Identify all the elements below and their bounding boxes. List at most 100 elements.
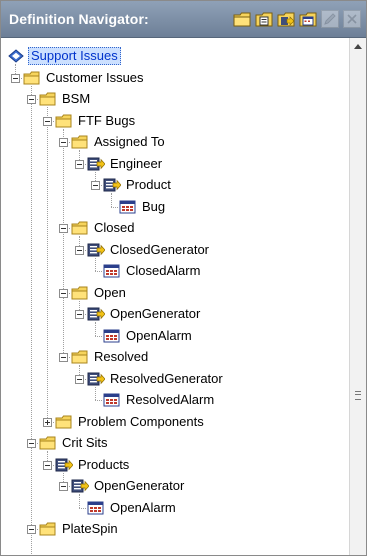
delete-button[interactable] xyxy=(342,9,362,29)
tree-node[interactable]: PlateSpin xyxy=(39,519,120,539)
scroll-grip-icon[interactable] xyxy=(355,391,361,400)
tree-node[interactable]: ResolvedGenerator xyxy=(87,369,225,389)
tree-connector-line xyxy=(111,206,118,208)
generator-icon xyxy=(87,156,106,172)
tree-node-label: Crit Sits xyxy=(62,435,108,450)
folder-icon xyxy=(71,349,89,365)
tree-node[interactable]: Problem Components xyxy=(55,412,206,432)
tree-node[interactable]: Assigned To xyxy=(71,132,167,152)
folder-icon xyxy=(71,134,89,150)
generator-icon xyxy=(87,242,106,258)
tree-node-label: Closed xyxy=(94,220,135,235)
tree-node[interactable]: OpenGenerator xyxy=(87,304,202,324)
tree-connector-line xyxy=(111,193,112,207)
tree-node-label: Engineer xyxy=(110,155,163,171)
folder-icon xyxy=(39,435,57,451)
root-icon xyxy=(7,48,25,64)
tree-node-label: ClosedGenerator xyxy=(110,241,209,257)
collapse-node-icon[interactable] xyxy=(59,353,68,362)
new-generator-button[interactable] xyxy=(276,9,296,29)
tree-node[interactable]: ClosedGenerator xyxy=(87,240,211,260)
tree-node-label: ResolvedGenerator xyxy=(110,370,223,386)
tree-node[interactable]: Closed xyxy=(71,218,136,238)
collapse-node-icon[interactable] xyxy=(59,482,68,491)
new-folder-icon xyxy=(233,12,251,27)
navigator-title: Definition Navigator: xyxy=(9,11,149,27)
expand-node-icon[interactable] xyxy=(43,417,52,427)
tree-node-label: Open xyxy=(94,284,126,300)
edit-icon xyxy=(321,10,339,28)
tree-node[interactable]: Resolved xyxy=(71,347,150,367)
collapse-node-icon[interactable] xyxy=(43,116,52,126)
delete-icon xyxy=(343,10,361,28)
tree-node-label: PlateSpin xyxy=(62,521,118,536)
scroll-up-button[interactable] xyxy=(350,38,366,55)
new-alarm-icon xyxy=(299,12,317,27)
collapse-node-icon[interactable] xyxy=(91,181,100,190)
tree-node-label: ResolvedAlarm xyxy=(126,392,215,407)
collapse-node-icon[interactable] xyxy=(75,374,84,384)
tree-node-label: Product xyxy=(126,177,171,192)
folder-icon xyxy=(71,285,89,301)
tree-node-label: Problem Components xyxy=(78,413,204,429)
tree-node[interactable]: Product xyxy=(103,175,173,195)
generator-icon xyxy=(87,306,106,322)
edit-button[interactable] xyxy=(320,9,340,29)
generator-icon xyxy=(71,478,90,494)
alarm-icon xyxy=(103,392,121,408)
tree-connector-line xyxy=(95,400,102,401)
tree-node[interactable]: Products xyxy=(55,455,131,475)
tree-connector-line xyxy=(79,507,86,509)
folder-icon xyxy=(55,414,73,430)
tree-node-label: OpenGenerator xyxy=(94,478,185,493)
tree-node[interactable]: Open xyxy=(71,283,128,303)
new-view-button[interactable] xyxy=(254,9,274,29)
tree-node[interactable]: Customer Issues xyxy=(23,68,146,88)
navigator-header: Definition Navigator: xyxy=(1,1,366,38)
generator-icon xyxy=(55,457,74,473)
collapse-node-icon[interactable] xyxy=(59,224,68,233)
tree-node[interactable]: Support Issues xyxy=(7,46,121,66)
new-folder-button[interactable] xyxy=(232,9,252,29)
tree-node[interactable]: Bug xyxy=(119,197,167,217)
tree-connector-line xyxy=(79,494,80,508)
tree-connector-line xyxy=(95,322,96,336)
collapse-node-icon[interactable] xyxy=(11,73,20,83)
collapse-node-icon[interactable] xyxy=(27,525,36,534)
tree-node[interactable]: Crit Sits xyxy=(39,433,110,453)
collapse-node-icon[interactable] xyxy=(75,245,84,255)
tree-node-label: ClosedAlarm xyxy=(126,263,201,278)
collapse-node-icon[interactable] xyxy=(43,460,52,470)
folder-icon xyxy=(39,521,57,537)
definition-tree[interactable]: Support Issues Customer Issues BSM FTF Bugs… xyxy=(1,38,349,555)
collapse-node-icon[interactable] xyxy=(59,138,68,147)
tree-node[interactable]: ResolvedAlarm xyxy=(103,390,216,410)
alarm-icon xyxy=(103,263,121,279)
tree-connector-line xyxy=(95,335,102,337)
collapse-node-icon[interactable] xyxy=(59,288,68,298)
tree-node[interactable]: BSM xyxy=(39,89,92,109)
collapse-node-icon[interactable] xyxy=(75,310,84,319)
tree-node-label: Customer Issues xyxy=(46,69,144,85)
vertical-scrollbar[interactable] xyxy=(349,38,366,555)
tree-node-label: FTF Bugs xyxy=(78,112,136,128)
tree-node[interactable]: OpenAlarm xyxy=(87,498,178,518)
tree-node[interactable]: Engineer xyxy=(87,154,164,174)
collapse-node-icon[interactable] xyxy=(75,159,84,169)
tree-node-label: OpenAlarm xyxy=(126,327,192,343)
collapse-node-icon[interactable] xyxy=(27,95,36,104)
tree-node[interactable]: OpenGenerator xyxy=(71,476,186,496)
tree-node[interactable]: OpenAlarm xyxy=(103,326,194,346)
tree-node-label: Bug xyxy=(142,198,166,214)
new-alarm-button[interactable] xyxy=(298,9,318,29)
tree-node[interactable]: FTF Bugs xyxy=(55,111,137,131)
tree-node[interactable]: ClosedAlarm xyxy=(103,261,202,281)
folder-icon xyxy=(71,220,89,236)
collapse-node-icon[interactable] xyxy=(27,439,36,448)
tree-node-label: Assigned To xyxy=(94,134,165,149)
tree-node-label: Products xyxy=(78,456,130,472)
folder-icon xyxy=(23,70,41,86)
tree-connector-line xyxy=(95,386,96,400)
tree-node-label: OpenGenerator xyxy=(110,306,201,321)
tree-connector-line xyxy=(95,271,102,272)
